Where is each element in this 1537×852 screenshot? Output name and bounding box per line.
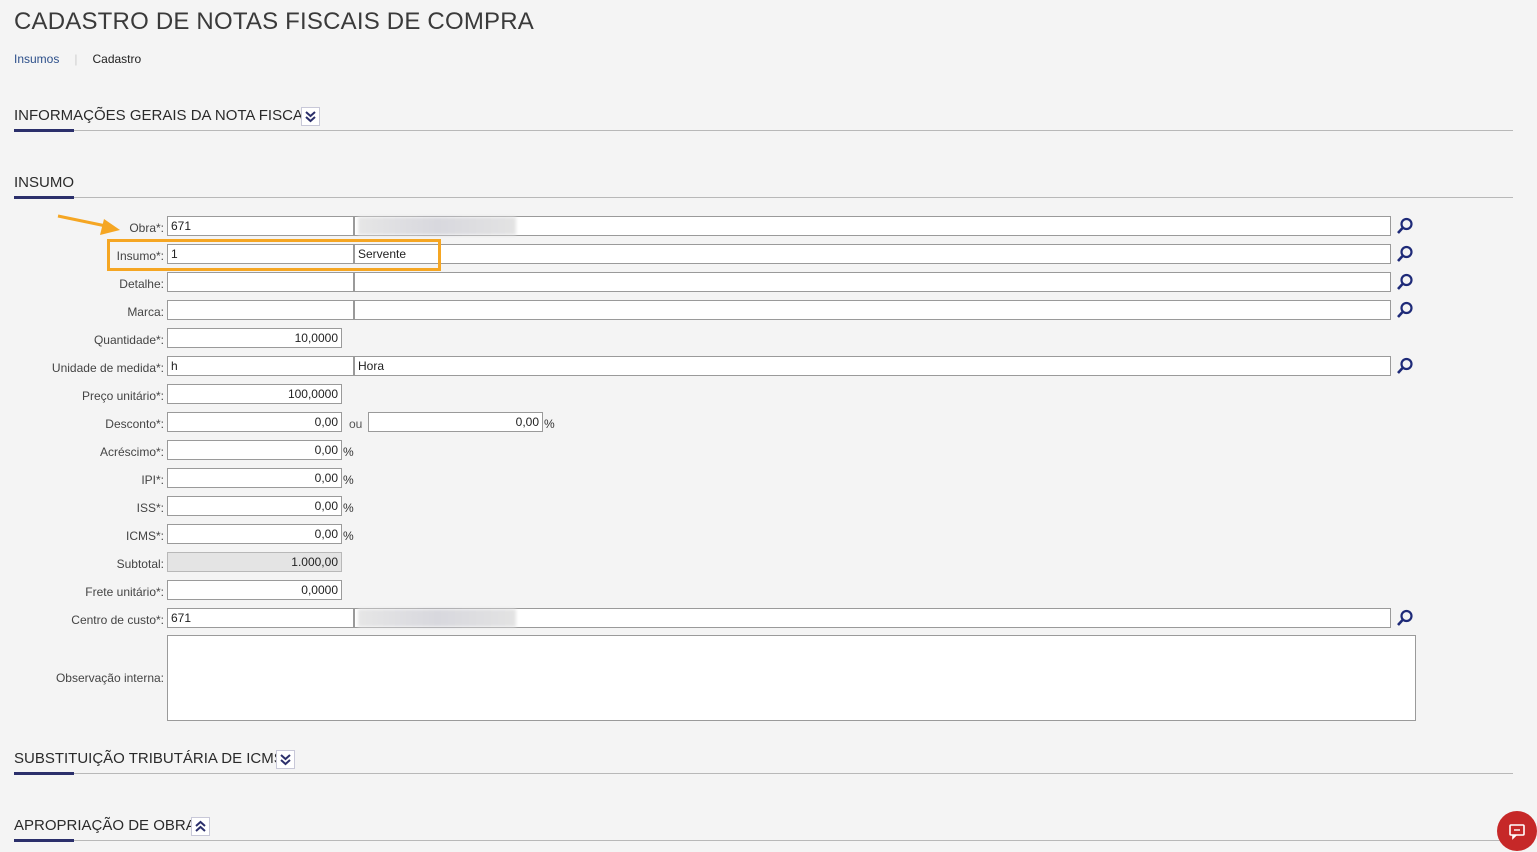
acrescimo-input[interactable]: 0,00 bbox=[167, 440, 342, 460]
percent-suffix: % bbox=[544, 417, 555, 431]
section-title: SUBSTITUIÇÃO TRIBUTÁRIA DE ICMS bbox=[14, 750, 284, 767]
detalhe-code-input[interactable] bbox=[167, 272, 354, 292]
search-icon[interactable] bbox=[1396, 273, 1414, 291]
percent-suffix: % bbox=[343, 501, 354, 515]
section-substituicao: SUBSTITUIÇÃO TRIBUTÁRIA DE ICMS bbox=[14, 744, 1513, 775]
collapse-section-button[interactable] bbox=[191, 817, 210, 836]
marca-label: Marca: bbox=[127, 305, 164, 319]
section-insumo: INSUMO bbox=[14, 168, 1513, 199]
section-accent bbox=[14, 839, 74, 842]
desconto-percent-input[interactable]: 0,00 bbox=[368, 412, 543, 432]
observacao-label: Observação interna: bbox=[55, 671, 164, 685]
chevron-double-down-icon bbox=[305, 111, 316, 123]
chat-icon bbox=[1509, 824, 1525, 840]
frete-label: Frete unitário*: bbox=[85, 585, 164, 599]
frete-input[interactable]: 0,0000 bbox=[167, 580, 342, 600]
obra-code-input[interactable]: 671 bbox=[167, 216, 354, 236]
section-title: INSUMO bbox=[14, 174, 74, 191]
expand-section-button[interactable] bbox=[276, 750, 295, 769]
detalhe-label: Detalhe: bbox=[119, 277, 164, 291]
insumo-desc-input[interactable]: Servente bbox=[354, 244, 1391, 264]
unidade-label: Unidade de medida*: bbox=[51, 361, 164, 375]
section-apropriacao: APROPRIAÇÃO DE OBRA bbox=[14, 811, 1513, 842]
breadcrumb-separator: | bbox=[74, 52, 78, 66]
icms-label: ICMS*: bbox=[125, 529, 164, 543]
chevron-double-down-icon bbox=[280, 754, 291, 766]
marca-code-input[interactable] bbox=[167, 300, 354, 320]
percent-suffix: % bbox=[343, 529, 354, 543]
desconto-label: Desconto*: bbox=[105, 417, 164, 431]
search-icon[interactable] bbox=[1396, 609, 1414, 627]
section-title: INFORMAÇÕES GERAIS DA NOTA FISCAL bbox=[14, 107, 312, 124]
subtotal-label: Subtotal: bbox=[116, 557, 164, 571]
ipi-label: IPI*: bbox=[141, 473, 164, 487]
section-title: APROPRIAÇÃO DE OBRA bbox=[14, 817, 196, 834]
section-divider bbox=[14, 773, 1513, 774]
obra-desc-redacted bbox=[358, 217, 516, 235]
section-divider bbox=[14, 197, 1513, 198]
centro-label: Centro de custo*: bbox=[71, 613, 164, 627]
section-accent bbox=[14, 772, 74, 775]
section-general-info: INFORMAÇÕES GERAIS DA NOTA FISCAL bbox=[14, 101, 1513, 132]
section-divider bbox=[14, 130, 1513, 131]
acrescimo-label: Acréscimo*: bbox=[99, 445, 164, 459]
detalhe-desc-input[interactable] bbox=[354, 272, 1391, 292]
icms-input[interactable]: 0,00 bbox=[167, 524, 342, 544]
section-divider bbox=[14, 840, 1513, 841]
percent-suffix: % bbox=[343, 445, 354, 459]
centro-desc-redacted bbox=[358, 609, 516, 627]
marca-desc-input[interactable] bbox=[354, 300, 1391, 320]
observacao-textarea[interactable] bbox=[167, 635, 1416, 721]
breadcrumb-link-insumos[interactable]: Insumos bbox=[14, 52, 59, 66]
section-accent bbox=[14, 196, 74, 199]
page-title: CADASTRO DE NOTAS FISCAIS DE COMPRA bbox=[14, 8, 534, 35]
expand-section-button[interactable] bbox=[301, 107, 320, 126]
search-icon[interactable] bbox=[1396, 245, 1414, 263]
unidade-desc-input[interactable]: Hora bbox=[354, 356, 1391, 376]
search-icon[interactable] bbox=[1396, 357, 1414, 375]
subtotal-value: 1.000,00 bbox=[167, 552, 342, 572]
obra-label: Obra*: bbox=[129, 221, 164, 235]
unidade-code-input[interactable]: h bbox=[167, 356, 354, 376]
preco-label: Preço unitário*: bbox=[81, 389, 164, 403]
desconto-or-text: ou bbox=[349, 417, 363, 431]
percent-suffix: % bbox=[343, 473, 354, 487]
breadcrumb-current: Cadastro bbox=[92, 52, 142, 66]
chevron-double-up-icon bbox=[195, 820, 206, 832]
centro-code-input[interactable]: 671 bbox=[167, 608, 354, 628]
search-icon[interactable] bbox=[1396, 217, 1414, 235]
desconto-input[interactable]: 0,00 bbox=[167, 412, 342, 432]
section-accent bbox=[14, 129, 74, 132]
quantidade-label: Quantidade*: bbox=[93, 333, 164, 347]
preco-input[interactable]: 100,0000 bbox=[167, 384, 342, 404]
chat-button[interactable] bbox=[1497, 811, 1537, 851]
ipi-input[interactable]: 0,00 bbox=[167, 468, 342, 488]
iss-input[interactable]: 0,00 bbox=[167, 496, 342, 516]
search-icon[interactable] bbox=[1396, 301, 1414, 319]
breadcrumb: Insumos | Cadastro bbox=[14, 52, 141, 66]
quantidade-input[interactable]: 10,0000 bbox=[167, 328, 342, 348]
iss-label: ISS*: bbox=[136, 501, 164, 515]
highlight-box bbox=[107, 239, 441, 271]
